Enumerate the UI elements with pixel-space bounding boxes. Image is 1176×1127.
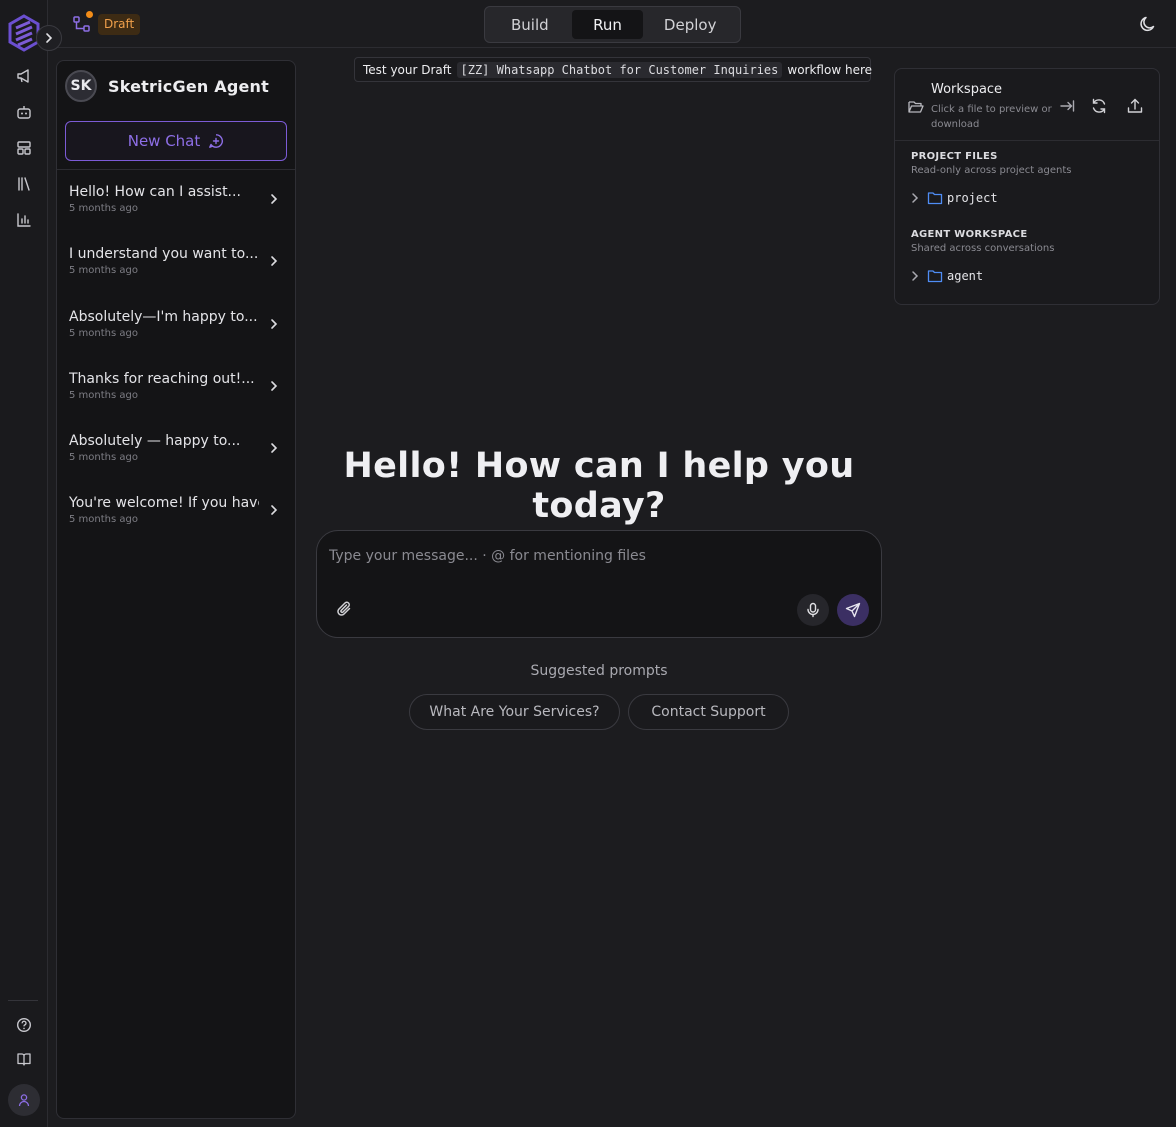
chat-item[interactable]: You're welcome! If you have... 5 months … xyxy=(69,495,287,545)
chat-time: 5 months ago xyxy=(69,328,138,339)
user-avatar[interactable] xyxy=(8,1084,40,1116)
test-draft-banner: Test your Draft [ZZ] Whatsapp Chatbot fo… xyxy=(354,57,872,82)
workspace-divider xyxy=(895,140,1159,141)
chat-time: 5 months ago xyxy=(69,514,138,525)
chat-item[interactable]: Hello! How can I assist... 5 months ago xyxy=(69,184,287,234)
tab-build[interactable]: Build xyxy=(488,10,572,39)
folder-open-icon xyxy=(908,101,924,113)
microphone-button[interactable] xyxy=(797,594,829,626)
folder-icon xyxy=(927,270,943,283)
folder-project[interactable]: project xyxy=(909,189,998,207)
rail-divider xyxy=(8,1000,38,1001)
agent-avatar: SK xyxy=(65,70,97,102)
chevron-right-icon xyxy=(912,271,919,281)
panel-divider xyxy=(57,169,295,170)
chevron-right-icon xyxy=(46,33,53,43)
moon-icon[interactable] xyxy=(1138,14,1158,34)
rail-library[interactable] xyxy=(12,172,36,196)
message-composer xyxy=(316,530,882,638)
rail-campaigns[interactable] xyxy=(12,64,36,88)
chevron-right-icon xyxy=(271,443,278,453)
new-chat-label: New Chat xyxy=(127,132,201,150)
prompt-chip-services[interactable]: What Are Your Services? xyxy=(409,694,620,730)
chat-title: I understand you want to... xyxy=(69,246,259,262)
rail-docs[interactable] xyxy=(12,1047,36,1071)
chevron-right-icon xyxy=(271,194,278,204)
agent-name: SketricGen Agent xyxy=(108,76,269,96)
microphone-icon xyxy=(807,602,819,618)
banner-prefix: Test your Draft xyxy=(363,62,452,77)
agent-workspace-subtitle: Shared across conversations xyxy=(911,243,1055,254)
suggested-prompts-label: Suggested prompts xyxy=(530,663,668,679)
chat-history-panel: SK SketricGen Agent New Chat Hello! How … xyxy=(56,60,296,1119)
tab-run[interactable]: Run xyxy=(571,10,644,39)
chat-item[interactable]: Absolutely — happy to... 5 months ago xyxy=(69,433,287,483)
message-input[interactable] xyxy=(329,545,859,567)
folder-name: agent xyxy=(947,269,984,283)
paperclip-icon[interactable] xyxy=(335,599,355,619)
upload-icon[interactable] xyxy=(1126,97,1144,115)
chat-time: 5 months ago xyxy=(69,203,138,214)
chat-time: 5 months ago xyxy=(69,265,138,276)
chevron-right-icon xyxy=(271,256,278,266)
chat-title: Hello! How can I assist... xyxy=(69,184,241,200)
agent-header: SK SketricGen Agent xyxy=(65,69,269,103)
rail-analytics[interactable] xyxy=(12,208,36,232)
banner-suffix: workflow here xyxy=(787,62,872,77)
megaphone-icon xyxy=(17,69,29,83)
refresh-icon[interactable] xyxy=(1090,97,1108,115)
folder-icon xyxy=(927,192,943,205)
top-bar: Draft Build Run Deploy xyxy=(48,0,1176,48)
prompt-chip-support[interactable]: Contact Support xyxy=(628,694,789,730)
greeting-heading: Hello! How can I help you today? xyxy=(343,446,855,526)
tab-deploy[interactable]: Deploy xyxy=(643,10,737,39)
chat-time: 5 months ago xyxy=(69,390,138,401)
rail-templates[interactable] xyxy=(12,136,36,160)
workspace-panel: Workspace Click a file to preview or dow… xyxy=(894,68,1160,305)
left-rail xyxy=(0,0,62,1127)
app-root: Draft Build Run Deploy SK SketricGen Age… xyxy=(0,0,1176,1127)
folder-agent[interactable]: agent xyxy=(909,267,983,285)
library-icon xyxy=(18,177,30,191)
send-icon xyxy=(845,602,861,618)
draft-badge: Draft xyxy=(98,14,141,35)
chat-item[interactable]: Thanks for reaching out!... 5 months ago xyxy=(69,371,287,421)
banner-workflow-name: [ZZ] Whatsapp Chatbot for Customer Inqui… xyxy=(456,61,783,78)
robot-icon xyxy=(17,106,31,119)
notification-dot xyxy=(86,11,93,18)
mode-tabs: Build Run Deploy xyxy=(484,6,741,43)
project-files-subtitle: Read-only across project agents xyxy=(911,165,1072,176)
app-logo-icon[interactable] xyxy=(8,14,40,52)
rail-agents[interactable] xyxy=(12,100,36,124)
layout-icon xyxy=(17,141,31,155)
book-open-icon xyxy=(17,1053,31,1066)
help-circle-icon xyxy=(16,1017,32,1033)
workspace-title: Workspace xyxy=(931,82,1003,97)
chevron-right-icon xyxy=(271,381,278,391)
new-chat-button[interactable]: New Chat xyxy=(65,121,287,161)
rail-help[interactable] xyxy=(12,1013,36,1037)
chat-title: You're welcome! If you have... xyxy=(69,495,259,511)
chat-item[interactable]: I understand you want to... 5 months ago xyxy=(69,246,287,296)
agent-workspace-title: AGENT WORKSPACE xyxy=(911,229,1028,240)
project-files-title: PROJECT FILES xyxy=(911,151,998,162)
chat-title: Thanks for reaching out!... xyxy=(69,371,255,387)
collapse-panel-icon[interactable] xyxy=(1058,97,1076,115)
send-button[interactable] xyxy=(837,594,869,626)
bar-chart-icon xyxy=(17,213,31,227)
chevron-right-icon xyxy=(912,193,919,203)
chat-time: 5 months ago xyxy=(69,452,138,463)
folder-name: project xyxy=(947,191,998,205)
expand-sidebar-button[interactable] xyxy=(36,25,62,51)
chat-item[interactable]: Absolutely—I'm happy to... 5 months ago xyxy=(69,309,287,359)
workspace-subtitle: Click a file to preview or download xyxy=(931,104,1052,130)
user-icon xyxy=(18,1094,30,1107)
chat-plus-icon xyxy=(209,134,224,148)
chevron-right-icon xyxy=(271,319,278,329)
chat-title: Absolutely — happy to... xyxy=(69,433,241,449)
chevron-right-icon xyxy=(271,505,278,515)
chat-title: Absolutely—I'm happy to... xyxy=(69,309,258,325)
